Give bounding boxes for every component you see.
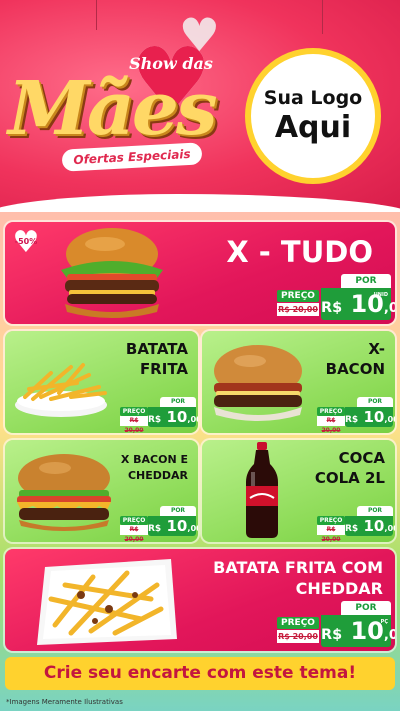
preco-label: PREÇO xyxy=(120,407,148,416)
product-card-x-bacon-cheddar[interactable]: X BACON E CHEDDAR POR PREÇO R$ 20,00 R$ … xyxy=(5,440,198,542)
product-card-x-tudo[interactable]: ♥ -50% X - TUDO POR PREÇO R$ 20,00 R$ 10,… xyxy=(5,222,395,324)
por-label: POR xyxy=(341,274,391,288)
por-label: POR xyxy=(160,397,196,407)
logo-placeholder: Sua Logo Aqui xyxy=(245,48,381,184)
currency-symbol: R$ xyxy=(345,415,359,425)
product-name-line1: X BACON E xyxy=(120,453,188,466)
price-tag: POR PREÇO R$ 20,00 R$ 10,00 xyxy=(120,397,198,433)
bacon-burger-icon xyxy=(214,345,302,421)
discount-heart-badge: ♥ -50% xyxy=(10,228,42,258)
product-name-line2: CHEDDAR xyxy=(295,579,383,598)
price-integer: 10 xyxy=(166,408,188,426)
old-price: R$ 20,00 xyxy=(120,525,148,542)
fries-icon xyxy=(15,363,107,417)
por-label: POR xyxy=(357,397,393,407)
logo-placeholder-line2: Aqui xyxy=(274,110,352,145)
hanging-string xyxy=(96,0,97,30)
product-name-line1: COCA xyxy=(338,449,385,467)
product-name: BATATA FRITA COM CHEDDAR xyxy=(213,557,383,599)
old-price: R$ 20,00 xyxy=(277,630,319,643)
unit-label: PÇ xyxy=(380,619,388,625)
product-card-x-bacon[interactable]: X- BACON POR PREÇO R$ 20,00 R$ 10,00 xyxy=(202,331,395,433)
show-das-maes-logo: ♥ Show das Mães Ofertas Especiais xyxy=(8,36,238,192)
price-decimal: ,00 xyxy=(187,523,198,533)
price-integer: 10 xyxy=(363,408,385,426)
por-label: POR xyxy=(160,506,196,516)
price-integer: 10 xyxy=(166,517,188,535)
old-price: R$ 20,00 xyxy=(277,303,319,316)
price-decimal: ,00 xyxy=(187,414,198,424)
preco-label: PREÇO xyxy=(120,516,148,525)
price-tag: POR PREÇO R$ 20,00 R$ 10,00 xyxy=(120,506,198,542)
old-price: R$ 20,00 xyxy=(317,416,345,433)
price-tag: POR PREÇO R$ 20,00 R$ 10,00 PÇ xyxy=(277,601,395,649)
por-label: POR xyxy=(341,601,391,615)
currency-symbol: R$ xyxy=(321,300,343,316)
price-decimal: ,00 xyxy=(383,301,395,316)
currency-symbol: R$ xyxy=(148,524,162,534)
product-name: X- BACON xyxy=(326,339,385,379)
new-price: R$ 10,00 xyxy=(148,407,198,427)
product-name: BATATA FRITA xyxy=(126,339,188,379)
new-price: R$ 10,00 xyxy=(345,516,395,536)
header-banner: ♥ ♥ Show das Mães Ofertas Especiais Sua … xyxy=(0,0,400,212)
cheddar-fries-icon xyxy=(37,559,177,645)
preco-label: PREÇO xyxy=(277,617,319,629)
new-price: R$ 10,00 xyxy=(345,407,395,427)
price-integer: 10 xyxy=(350,617,384,645)
old-price: R$ 20,00 xyxy=(120,416,148,433)
product-card-batata-cheddar[interactable]: BATATA FRITA COM CHEDDAR POR PREÇO R$ 20… xyxy=(5,549,395,651)
product-name-line2: BACON xyxy=(325,360,385,378)
por-label: POR xyxy=(357,506,393,516)
product-name-line2: FRITA xyxy=(139,360,188,378)
price-decimal: ,00 xyxy=(384,414,395,424)
preco-label: PREÇO xyxy=(277,290,319,302)
product-name: X - TUDO xyxy=(226,235,373,269)
preco-label: PREÇO xyxy=(317,516,345,525)
disclaimer-text: *Imagens Meramente Ilustrativas xyxy=(6,698,123,706)
product-card-coca-cola[interactable]: COCA COLA 2L POR PREÇO R$ 20,00 R$ 10,00 xyxy=(202,440,395,542)
product-name-line2: CHEDDAR xyxy=(127,469,188,482)
price-decimal: ,00 xyxy=(383,628,395,643)
burger-icon xyxy=(61,228,163,318)
old-price: R$ 20,00 xyxy=(317,525,345,542)
currency-symbol: R$ xyxy=(345,524,359,534)
cheddar-burger-icon xyxy=(17,454,111,531)
logo-maes-text: Mães xyxy=(8,66,218,152)
soda-bottle-icon xyxy=(246,442,278,538)
product-name-line1: X- xyxy=(368,340,385,358)
hanging-string xyxy=(322,0,323,34)
currency-symbol: R$ xyxy=(148,415,162,425)
product-name: X BACON E CHEDDAR xyxy=(121,452,188,484)
price-tag: POR PREÇO R$ 20,00 R$ 10,00 UNID xyxy=(277,274,395,322)
header-wave xyxy=(0,194,400,212)
discount-badge-text: -50% xyxy=(14,237,38,246)
unit-label: UNID xyxy=(373,292,388,298)
cta-banner[interactable]: Crie seu encarte com este tema! xyxy=(5,657,395,690)
product-card-batata-frita[interactable]: BATATA FRITA POR PREÇO R$ 20,00 R$ 10,00 xyxy=(5,331,198,433)
currency-symbol: R$ xyxy=(321,627,343,643)
price-tag: POR PREÇO R$ 20,00 R$ 10,00 xyxy=(317,397,395,433)
product-name-line1: BATATA xyxy=(125,340,188,358)
logo-placeholder-line1: Sua Logo xyxy=(263,87,363,109)
price-tag: POR PREÇO R$ 20,00 R$ 10,00 xyxy=(317,506,395,542)
product-name-line2: COLA 2L xyxy=(314,469,385,487)
preco-label: PREÇO xyxy=(317,407,345,416)
product-name: COCA COLA 2L xyxy=(315,448,385,488)
new-price: R$ 10,00 xyxy=(148,516,198,536)
price-decimal: ,00 xyxy=(384,523,395,533)
price-integer: 10 xyxy=(363,517,385,535)
product-name-line1: BATATA FRITA COM xyxy=(213,558,383,577)
